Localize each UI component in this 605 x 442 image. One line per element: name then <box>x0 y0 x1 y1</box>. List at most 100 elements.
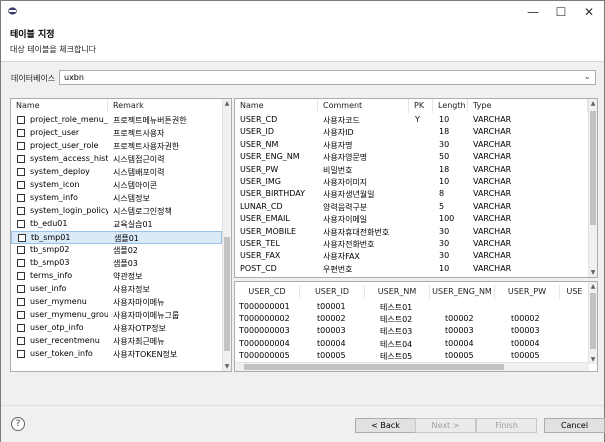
table-row[interactable]: USER_BIRTHDAY 사용자생년월일 8 VARCHAR <box>235 188 597 201</box>
table-row[interactable]: tb_smp02 샘플02 <box>11 244 222 257</box>
back-button[interactable]: < Back <box>355 418 416 433</box>
table-checkbox[interactable] <box>18 234 26 242</box>
data-cell: t00004 <box>445 338 474 348</box>
table-row[interactable]: USER_TEL 사용자전화번호 30 VARCHAR <box>235 238 597 251</box>
table-row[interactable]: system_info 시스템정보 <box>11 192 222 205</box>
table-row[interactable]: tb_smp03 샘플03 <box>11 257 222 270</box>
table-checkbox[interactable] <box>17 298 25 306</box>
table-row[interactable]: system_access_history 시스템접근이력 <box>11 153 222 166</box>
scroll-down-icon[interactable]: ▼ <box>223 362 231 371</box>
table-list-scrollbar[interactable]: ▲ ▼ <box>222 99 231 371</box>
table-row[interactable]: USER_FAX 사용자FAX 30 VARCHAR <box>235 250 597 263</box>
table-checkbox[interactable] <box>17 220 25 228</box>
data-preview-vscrollbar[interactable]: ▲ ▼ <box>588 282 597 364</box>
table-name: tb_smp01 <box>31 233 71 242</box>
column-header-remark[interactable]: Remark <box>108 99 223 113</box>
table-checkbox[interactable] <box>17 259 25 267</box>
column-header[interactable]: USER_CD <box>235 285 300 299</box>
table-checkbox[interactable] <box>17 181 25 189</box>
table-checkbox[interactable] <box>17 350 25 358</box>
table-row[interactable]: USER_PW 비밀번호 18 VARCHAR <box>235 164 597 177</box>
table-row[interactable]: project_role_menu_... 프로젝트메뉴버튼권한 <box>11 114 222 127</box>
table-row[interactable]: T000000002 t00002 테스트02 t00002 t00002 <box>235 313 597 326</box>
table-checkbox[interactable] <box>17 272 25 280</box>
maximize-button[interactable]: ☐ <box>547 1 575 22</box>
table-row[interactable]: USER_CD 사용자코드 Y 10 VARCHAR <box>235 114 597 127</box>
table-checkbox[interactable] <box>17 246 25 254</box>
table-name: tb_edu01 <box>30 219 68 228</box>
table-checkbox[interactable] <box>17 324 25 332</box>
table-row[interactable]: user_info 사용자정보 <box>11 283 222 296</box>
wizard-footer: ? < Back Next > Finish Cancel <box>1 405 605 442</box>
scroll-down-icon[interactable]: ▼ <box>589 355 597 364</box>
table-row[interactable]: system_deploy 시스템배포이력 <box>11 166 222 179</box>
scroll-thumb[interactable] <box>224 237 230 351</box>
table-row[interactable]: tb_smp01 샘플01 <box>11 231 222 244</box>
column-header-pk[interactable]: PK <box>409 99 433 113</box>
table-checkbox[interactable] <box>17 194 25 202</box>
scroll-up-icon[interactable]: ▲ <box>589 282 597 291</box>
table-checkbox[interactable] <box>17 129 25 137</box>
table-row[interactable]: system_icon 시스템아이콘 <box>11 179 222 192</box>
columns-table: Name Comment PK Length Type USER_CD 사용자코드… <box>234 98 598 278</box>
table-row[interactable]: user_token_info 사용자TOKEN정보 <box>11 348 222 361</box>
table-checkbox[interactable] <box>17 311 25 319</box>
column-header-comment[interactable]: Comment <box>318 99 409 113</box>
column-header-length[interactable]: Length <box>433 99 468 113</box>
table-row[interactable]: tb_edu01 교육실습01 <box>11 218 222 231</box>
table-row[interactable]: USER_ID 사용자ID 18 VARCHAR <box>235 126 597 139</box>
column-header-type[interactable]: Type <box>468 99 588 113</box>
table-row[interactable]: user_recentmenu 사용자최근메뉴 <box>11 335 222 348</box>
database-select[interactable]: uxbn ⌄ <box>59 70 596 85</box>
scroll-thumb[interactable] <box>590 111 596 225</box>
table-row[interactable]: project_user 프로젝트사용자 <box>11 127 222 140</box>
table-row[interactable]: terms_info 약관정보 <box>11 270 222 283</box>
column-header-name[interactable]: Name <box>11 99 108 113</box>
table-row[interactable]: POST_CD 우편번호 10 VARCHAR <box>235 263 597 276</box>
scroll-thumb[interactable] <box>244 364 504 370</box>
column-cell: 30 <box>439 251 450 261</box>
column-header[interactable]: USER_NM <box>365 285 430 299</box>
finish-button[interactable]: Finish <box>476 418 537 433</box>
table-row[interactable]: T000000003 t00003 테스트03 t00003 t00003 <box>235 325 597 338</box>
data-cell: t00003 <box>317 326 346 336</box>
scroll-up-icon[interactable]: ▲ <box>589 99 597 108</box>
table-checkbox[interactable] <box>17 168 25 176</box>
columns-table-scrollbar[interactable]: ▲ ▼ <box>588 99 597 277</box>
table-row[interactable]: USER_MOBILE 사용자휴대전화번호 30 VARCHAR <box>235 226 597 239</box>
column-header[interactable]: USER_ID <box>300 285 365 299</box>
close-button[interactable]: ✕ <box>575 1 603 22</box>
scroll-down-icon[interactable]: ▼ <box>589 268 597 277</box>
table-row[interactable]: T000000004 t00004 테스트04 t00004 t00004 <box>235 338 597 351</box>
column-header[interactable]: USER_ENG_NM <box>430 285 495 299</box>
table-row[interactable]: USER_NM 사용자명 30 VARCHAR <box>235 139 597 152</box>
column-header[interactable]: USER_PW <box>495 285 560 299</box>
table-row[interactable]: T000000001 t00001 테스트01 <box>235 301 597 314</box>
column-cell: USER_CD <box>240 115 278 124</box>
table-row[interactable]: USER_ENG_NM 사용자영문명 50 VARCHAR <box>235 151 597 164</box>
data-preview-hscrollbar[interactable] <box>235 362 589 371</box>
table-checkbox[interactable] <box>17 155 25 163</box>
table-row[interactable]: user_mymenu_group 사용자마이메뉴그룹 <box>11 309 222 322</box>
table-row[interactable]: user_otp_info 사용자OTP정보 <box>11 322 222 335</box>
table-checkbox[interactable] <box>17 116 25 124</box>
table-row[interactable]: system_login_policy 시스템로그인정책 <box>11 205 222 218</box>
table-checkbox[interactable] <box>17 207 25 215</box>
table-row[interactable]: USER_IMG 사용자이미지 10 VARCHAR <box>235 176 597 189</box>
scroll-up-icon[interactable]: ▲ <box>223 99 231 108</box>
table-row[interactable]: T000000005 t00005 테스트05 t00005 t00005 <box>235 350 597 363</box>
table-checkbox[interactable] <box>17 337 25 345</box>
help-icon[interactable]: ? <box>11 417 25 431</box>
cancel-button[interactable]: Cancel <box>544 418 605 433</box>
table-row[interactable]: LUNAR_CD 양력음력구분 5 VARCHAR <box>235 201 597 214</box>
table-checkbox[interactable] <box>17 142 25 150</box>
column-header-name[interactable]: Name <box>235 99 318 113</box>
table-row[interactable]: project_user_role 프로젝트사용자권한 <box>11 140 222 153</box>
next-button[interactable]: Next > <box>415 418 476 433</box>
table-row[interactable]: USER_EMAIL 사용자이메일 100 VARCHAR <box>235 213 597 226</box>
scroll-thumb[interactable] <box>590 293 596 349</box>
minimize-button[interactable]: — <box>519 1 547 22</box>
column-header[interactable]: USE <box>560 285 590 299</box>
table-row[interactable]: user_mymenu 사용자마이메뉴 <box>11 296 222 309</box>
table-checkbox[interactable] <box>17 285 25 293</box>
